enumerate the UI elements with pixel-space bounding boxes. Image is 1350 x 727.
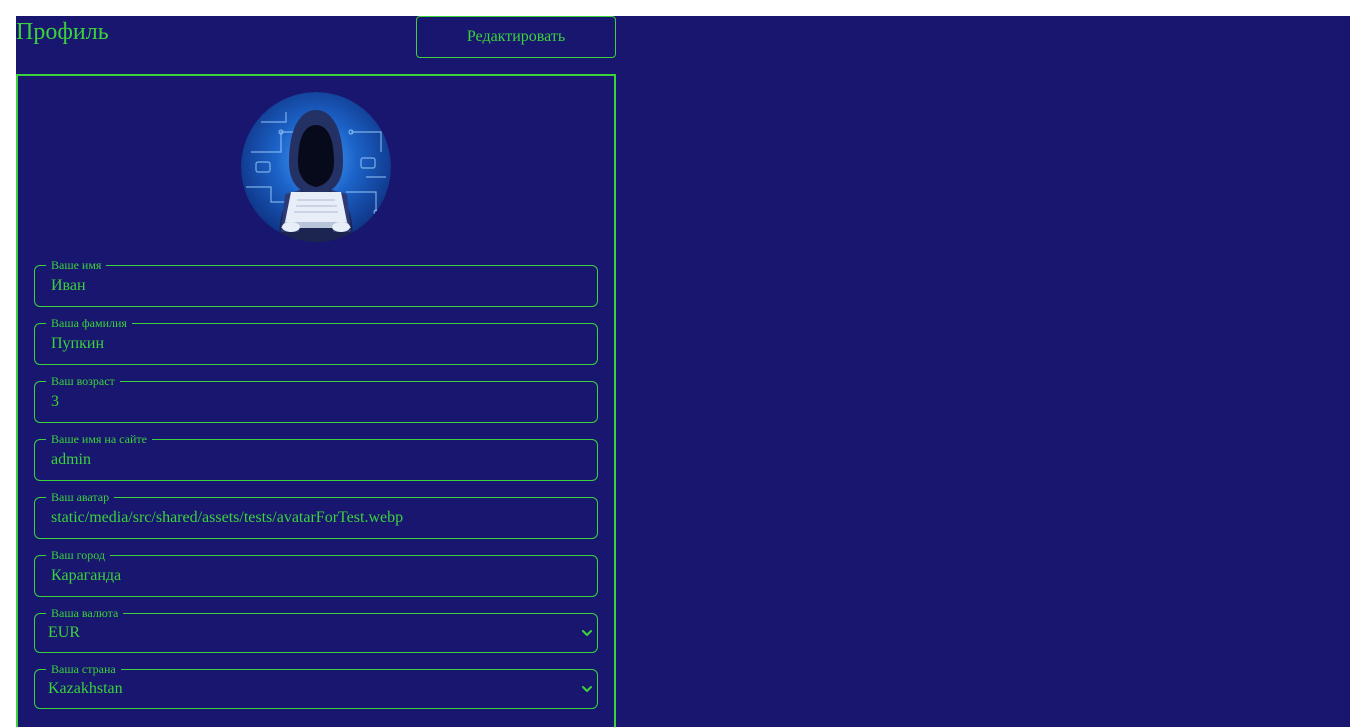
profile-card: Ваше имя Иван Ваша фамилия Пупкин Ваш во…: [16, 74, 616, 727]
chevron-down-icon[interactable]: [581, 627, 593, 639]
first-name-input[interactable]: Иван: [51, 266, 587, 306]
currency-select[interactable]: Ваша валюта EUR: [34, 606, 598, 653]
username-input[interactable]: admin: [51, 440, 587, 480]
age-input[interactable]: 3: [51, 382, 587, 422]
page-title: Профиль: [16, 19, 109, 45]
first-name-field[interactable]: Ваше имя Иван: [34, 258, 598, 307]
age-field[interactable]: Ваш возраст 3: [34, 374, 598, 423]
country-select[interactable]: Ваша страна Kazakhstan: [34, 662, 598, 709]
avatar-url-field[interactable]: Ваш аватар static/media/src/shared/asset…: [34, 490, 598, 539]
country-value[interactable]: Kazakhstan: [48, 670, 587, 708]
city-input[interactable]: Караганда: [51, 556, 587, 596]
avatar-url-input[interactable]: static/media/src/shared/assets/tests/ava…: [51, 498, 587, 538]
hacker-avatar-icon: [241, 92, 391, 242]
last-name-input[interactable]: Пупкин: [51, 324, 587, 364]
avatar: [241, 92, 391, 242]
chevron-down-icon[interactable]: [581, 683, 593, 695]
username-field[interactable]: Ваше имя на сайте admin: [34, 432, 598, 481]
app-root: Профиль Редактировать Ваше имя Иван Ваша…: [16, 16, 1350, 727]
city-field[interactable]: Ваш город Караганда: [34, 548, 598, 597]
edit-profile-button[interactable]: Редактировать: [416, 16, 616, 58]
currency-value[interactable]: EUR: [48, 614, 587, 652]
last-name-field[interactable]: Ваша фамилия Пупкин: [34, 316, 598, 365]
